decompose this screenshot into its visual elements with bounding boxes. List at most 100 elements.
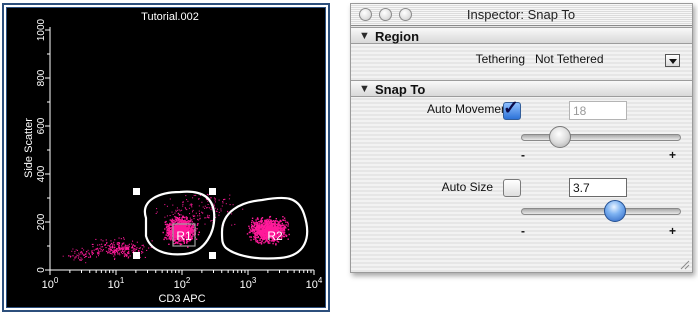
event-dot	[231, 213, 233, 215]
event-dot	[254, 234, 256, 236]
event-dot	[257, 241, 259, 244]
event-dot	[255, 234, 257, 236]
auto-movement-plus-label: +	[669, 148, 677, 162]
event-dot	[166, 223, 168, 226]
event-dot	[97, 249, 99, 251]
event-dot	[175, 225, 178, 228]
event-dot	[164, 204, 166, 206]
event-dot	[264, 232, 266, 234]
event-dot	[259, 241, 261, 244]
inspector-titlebar[interactable]: Inspector: Snap To	[351, 4, 692, 26]
event-dot	[249, 236, 251, 238]
r1-handle-bottom-right[interactable]	[209, 252, 216, 259]
event-dot	[253, 238, 255, 240]
event-dot	[122, 250, 124, 252]
event-dot	[165, 234, 167, 236]
event-dot	[172, 204, 174, 206]
event-dot	[132, 240, 134, 242]
event-dot	[111, 253, 113, 255]
event-dot	[262, 237, 264, 239]
x-tick-label: 100	[42, 276, 59, 291]
event-dot	[99, 247, 101, 249]
minimize-window-button[interactable]	[379, 8, 392, 21]
event-dot	[201, 211, 203, 213]
event-dot	[264, 230, 266, 232]
close-window-button[interactable]	[359, 8, 372, 21]
r1-handle-bottom-left[interactable]	[133, 252, 140, 259]
event-dot	[277, 224, 279, 227]
event-dot	[92, 252, 94, 254]
auto-movement-field[interactable]: 18	[569, 101, 627, 120]
event-dot	[188, 221, 191, 223]
event-dot	[125, 245, 127, 247]
region-r2-gate[interactable]	[220, 196, 309, 260]
event-dot	[263, 242, 265, 244]
event-dot	[115, 252, 117, 254]
event-dot	[251, 217, 254, 219]
event-dot	[177, 219, 180, 221]
event-dot	[172, 222, 175, 224]
event-dot	[193, 195, 195, 196]
event-dot	[168, 233, 170, 236]
event-dot	[184, 207, 186, 209]
event-dot	[263, 238, 265, 241]
event-dot	[84, 257, 86, 258]
r1-handle-top-right[interactable]	[209, 188, 216, 195]
auto-size-slider-track[interactable]	[521, 208, 681, 215]
y-tick-label: 200	[36, 213, 47, 230]
event-dot	[166, 229, 168, 231]
event-dot	[269, 220, 271, 223]
auto-movement-slider-track[interactable]	[521, 134, 681, 141]
event-dot	[268, 218, 270, 220]
event-dot	[234, 223, 236, 225]
event-dot	[128, 245, 130, 247]
auto-movement-checkbox[interactable]: ✓	[503, 98, 521, 120]
event-dot	[177, 212, 180, 215]
event-dot	[188, 207, 190, 209]
event-dot	[169, 235, 171, 238]
event-dot	[134, 250, 136, 252]
resize-grip-icon[interactable]	[678, 258, 690, 270]
event-dot	[74, 256, 76, 258]
disclosure-triangle-icon[interactable]: ▼	[359, 30, 370, 42]
event-dot	[204, 223, 206, 225]
tethering-select-value[interactable]: Not Tethered	[535, 52, 604, 66]
event-dot	[191, 231, 194, 233]
auto-movement-slider-thumb[interactable]	[548, 126, 571, 148]
event-dot	[68, 255, 70, 256]
event-dot	[168, 238, 170, 240]
event-dot	[100, 246, 102, 248]
event-dot	[178, 226, 181, 228]
section-region-header[interactable]: ▼ Region	[351, 27, 692, 44]
y-tick-label: 0	[36, 267, 47, 273]
event-dot	[261, 224, 264, 227]
event-dot	[267, 223, 269, 226]
event-dot	[91, 253, 93, 255]
event-dot	[197, 233, 200, 236]
event-dot	[255, 221, 257, 223]
event-dot	[108, 249, 110, 251]
event-dot	[114, 250, 116, 252]
event-dot	[114, 257, 116, 259]
event-dot	[260, 229, 262, 231]
event-dot	[106, 242, 108, 244]
event-dot	[164, 216, 166, 218]
zoom-window-button[interactable]	[399, 8, 412, 21]
event-dot	[261, 228, 263, 231]
event-dot	[256, 240, 259, 242]
event-dot	[257, 232, 259, 235]
event-dot	[174, 220, 177, 222]
y-axis-label: Side Scatter	[23, 118, 35, 178]
dot-plot[interactable]: 0 200 400 600 800 1000 100 101 102 103 104 Side S…	[0, 0, 334, 315]
auto-size-field[interactable]: 3.7	[569, 178, 627, 197]
section-snap-to-header[interactable]: ▼ Snap To	[351, 80, 692, 97]
auto-size-checkbox[interactable]	[503, 179, 521, 197]
event-dot	[283, 230, 286, 232]
r1-handle-top-left[interactable]	[133, 188, 140, 195]
event-dot	[72, 248, 74, 250]
event-dot	[119, 254, 121, 256]
disclosure-triangle-icon[interactable]: ▼	[359, 83, 370, 95]
auto-size-slider-thumb[interactable]	[603, 200, 626, 222]
tethering-dropdown-button[interactable]	[665, 54, 680, 67]
event-dot	[98, 253, 100, 255]
